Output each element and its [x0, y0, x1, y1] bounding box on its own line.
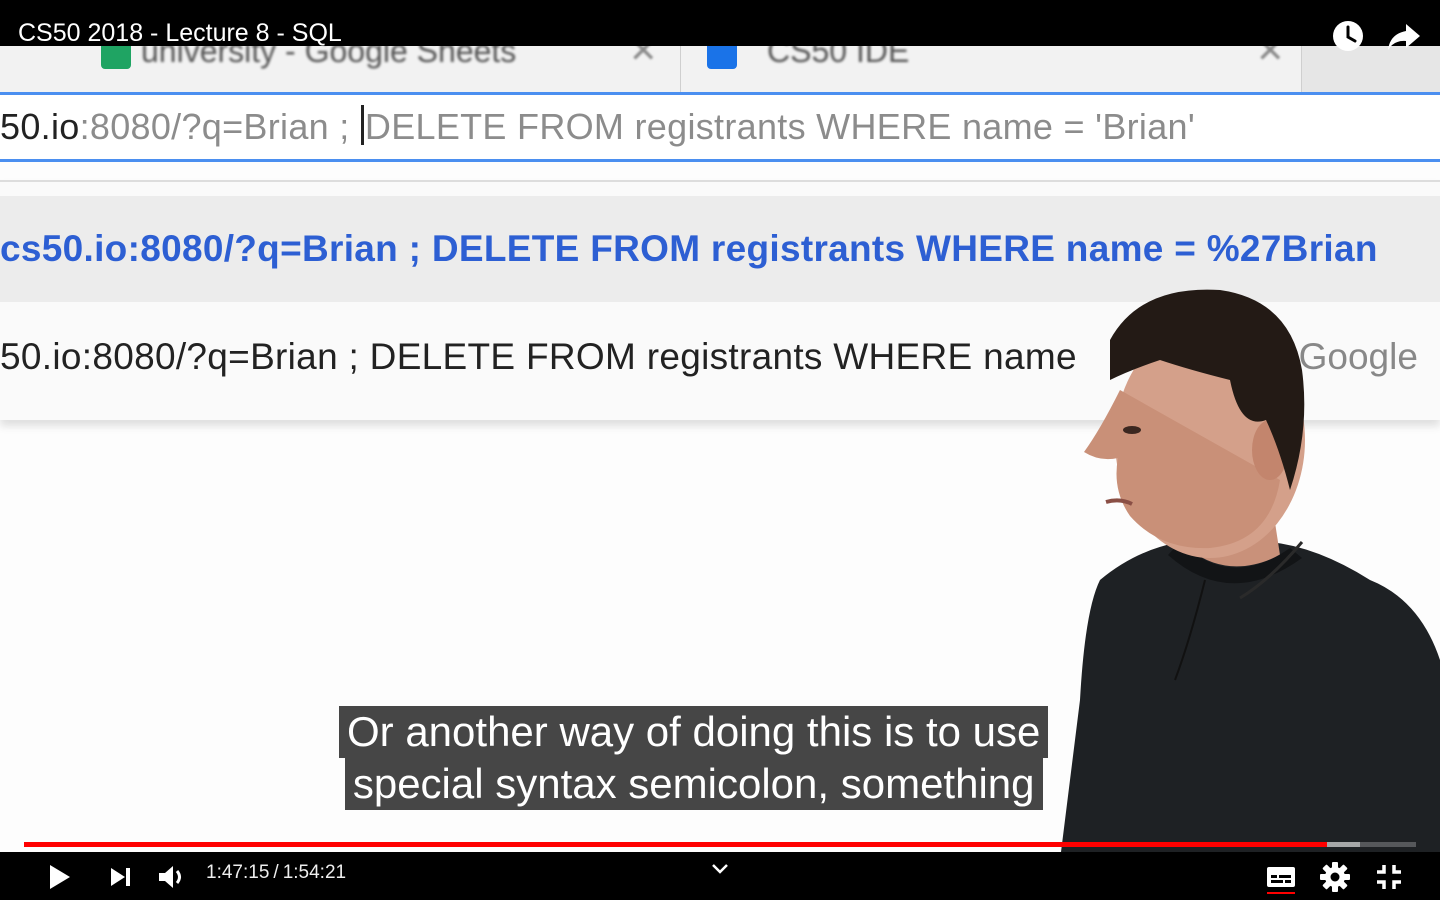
exit-fullscreen-icon[interactable] [1372, 860, 1406, 894]
play-icon[interactable] [42, 860, 76, 894]
caption-window: Or another way of doing this is to use s… [339, 706, 1049, 810]
suggestion-text: 50.io:8080/?q=Brian ; DELETE FROM regist… [0, 336, 1077, 377]
time-separator: / [273, 862, 279, 883]
volume-icon[interactable] [154, 860, 188, 894]
time-display: 1:47:15/1:54:21 [206, 862, 346, 884]
video-frame[interactable]: university - Google Sheets ✕ CS50 IDE ✕ … [0, 0, 1440, 900]
next-icon[interactable] [104, 860, 138, 894]
share-icon[interactable] [1386, 18, 1422, 54]
player-controls: 1:47:15/1:54:21 [0, 852, 1440, 900]
current-time: 1:47:15 [206, 862, 270, 883]
caption-line: special syntax semicolon, something [344, 758, 1043, 810]
caption-line: Or another way of doing this is to use [339, 706, 1049, 758]
url-path: :8080/?q=Brian ; [79, 106, 360, 147]
gear-icon[interactable] [1318, 860, 1352, 894]
progress-bar[interactable] [24, 842, 1416, 847]
duration: 1:54:21 [282, 862, 347, 883]
url-typed-text: DELETE FROM registrants WHERE name = 'Br… [364, 106, 1196, 147]
subtitles-icon[interactable] [1264, 860, 1298, 894]
address-bar: 50.io:8080/?q=Brian ; DELETE FROM regist… [0, 92, 1440, 162]
presenter-figure [1060, 289, 1440, 860]
url-host: 50.io [0, 106, 80, 147]
text-caret [360, 105, 364, 145]
video-title[interactable]: CS50 2018 - Lecture 8 - SQL [18, 19, 342, 48]
address-bar-text: 50.io:8080/?q=Brian ; DELETE FROM regist… [0, 105, 1195, 148]
chevron-down-icon[interactable] [708, 858, 732, 880]
suggestion-text: cs50.io:8080/?q=Brian ; DELETE FROM regi… [0, 228, 1378, 269]
clock-icon[interactable] [1330, 18, 1366, 54]
progress-played [24, 842, 1327, 847]
